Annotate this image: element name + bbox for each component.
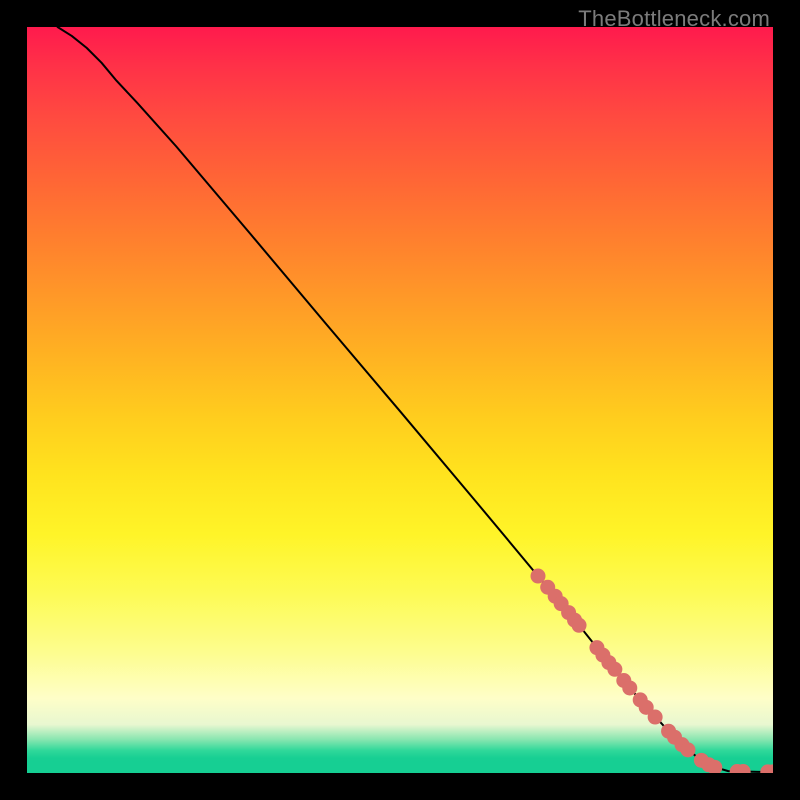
chart-overlay bbox=[27, 27, 773, 773]
chart-stage: TheBottleneck.com bbox=[0, 0, 800, 800]
curve-line bbox=[58, 27, 773, 772]
data-dot bbox=[648, 710, 663, 725]
plot-area bbox=[27, 27, 773, 773]
watermark-text: TheBottleneck.com bbox=[578, 6, 770, 32]
data-dot bbox=[680, 742, 695, 757]
data-dot bbox=[572, 618, 587, 633]
data-dot bbox=[622, 680, 637, 695]
